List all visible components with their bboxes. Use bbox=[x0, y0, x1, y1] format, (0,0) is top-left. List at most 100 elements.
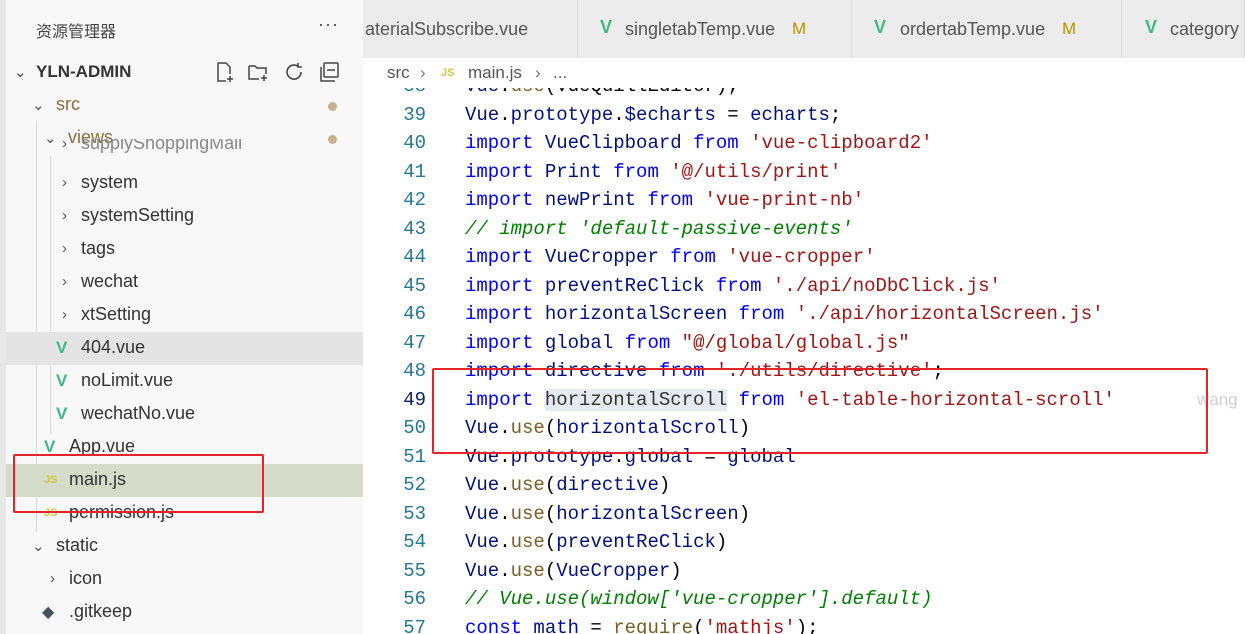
code-token: from bbox=[624, 331, 671, 354]
code-line[interactable]: 43 // import 'default-passive-events' bbox=[363, 218, 1245, 246]
code-line[interactable]: 44 import VueCropper from 'vue-cropper' bbox=[363, 246, 1245, 274]
new-folder-icon[interactable] bbox=[246, 60, 270, 84]
code-text: Vue.use(VueQuillEditor); bbox=[465, 88, 739, 97]
chevron-down-icon: ⌄ bbox=[32, 97, 45, 114]
tree-folder-icon[interactable]: › icon bbox=[6, 563, 363, 596]
line-number: 57 bbox=[403, 616, 426, 634]
collapse-all-icon[interactable] bbox=[317, 60, 341, 84]
tree-file-gitkeep[interactable]: ◆ .gitkeep bbox=[6, 596, 363, 629]
code-text: import preventReClick from './api/noDbCl… bbox=[465, 275, 1001, 297]
code-token: '@/utils/print' bbox=[670, 160, 842, 183]
code-token: 'vue-cropper' bbox=[727, 246, 876, 268]
tree-file-nolimit-vue[interactable]: V noLimit.vue bbox=[6, 365, 363, 398]
tab-label: singletabTemp.vue bbox=[625, 19, 776, 39]
tree-label: xtSetting bbox=[81, 304, 152, 324]
tree-folder-xtsetting[interactable]: › xtSetting bbox=[6, 299, 363, 332]
tab-label: ordertabTemp.vue bbox=[900, 19, 1046, 39]
git-file-icon: ◆ bbox=[42, 604, 55, 621]
line-number: 55 bbox=[403, 559, 426, 582]
code-token: ) bbox=[658, 474, 671, 496]
code-line[interactable]: 45 import preventReClick from './api/noDb… bbox=[363, 275, 1245, 303]
vue-file-icon: V bbox=[600, 17, 613, 37]
code-text: Vue.use(directive) bbox=[465, 474, 670, 496]
tree-label: wechat bbox=[81, 271, 139, 291]
vue-file-icon: V bbox=[56, 404, 68, 423]
breadcrumb-folder[interactable]: src bbox=[387, 63, 410, 83]
code-line[interactable]: 39 Vue.prototype.$echarts = echarts; bbox=[363, 104, 1245, 132]
code-token: . bbox=[499, 531, 511, 553]
code-token: = bbox=[579, 616, 614, 634]
code-token: import bbox=[465, 160, 534, 183]
tab-ordertabtemp[interactable]: V ordertabTemp.vue M bbox=[852, 0, 1122, 58]
code-line[interactable]: 56 // Vue.use(window['vue-cropper'].defau… bbox=[363, 588, 1245, 616]
line-number: 44 bbox=[403, 246, 426, 268]
code-text: import global from "@/global/global.js" bbox=[465, 332, 910, 354]
line-number: 46 bbox=[403, 303, 426, 325]
code-text: Vue.prototype.$echarts = echarts; bbox=[465, 104, 841, 126]
code-token: use bbox=[510, 559, 545, 582]
tree-folder-wechat[interactable]: › wechat bbox=[6, 266, 363, 299]
tree-label: systemSetting bbox=[81, 205, 195, 225]
breadcrumb-symbol[interactable]: ... bbox=[553, 63, 567, 83]
tree-folder-tags[interactable]: › tags bbox=[6, 233, 363, 266]
code-line[interactable]: 53 Vue.use(horizontalScreen) bbox=[363, 503, 1245, 531]
code-text: const math = require('mathjs'); bbox=[465, 617, 819, 634]
code-line[interactable]: 41 import Print from '@/utils/print' bbox=[363, 161, 1245, 189]
tree-label: icon bbox=[69, 568, 103, 588]
js-file-icon: JS bbox=[441, 67, 455, 79]
code-line[interactable]: 57 const math = require('mathjs'); bbox=[363, 617, 1245, 634]
code-editor[interactable]: 38Vue.use(VueQuillEditor);39Vue.prototyp… bbox=[363, 88, 1245, 634]
tab-category[interactable]: V category bbox=[1122, 0, 1245, 58]
tree-folder-systemsetting[interactable]: › systemSetting bbox=[6, 200, 363, 233]
tree-folder-src[interactable]: ⌄ src bbox=[6, 89, 363, 122]
code-line[interactable]: 42 import newPrint from 'vue-print-nb' bbox=[363, 189, 1245, 217]
code-token: import bbox=[465, 246, 534, 268]
line-number: 52 bbox=[403, 474, 426, 496]
tree-label: .gitkeep bbox=[69, 601, 133, 621]
tree-folder-system[interactable]: › system bbox=[6, 167, 363, 200]
code-line[interactable]: 54 Vue.use(preventReClick) bbox=[363, 531, 1245, 559]
code-token: ) bbox=[715, 531, 728, 553]
code-token: Vue bbox=[465, 559, 500, 582]
code-token: from bbox=[670, 246, 716, 268]
project-root-row[interactable]: ⌄ YLN-ADMIN bbox=[6, 56, 363, 88]
tree-folder-static[interactable]: ⌄ static bbox=[6, 530, 363, 563]
code-token: newPrint bbox=[544, 189, 637, 211]
tree-folder-partial[interactable]: › supplyShoppingMall bbox=[6, 139, 363, 161]
code-line[interactable]: 47 import global from "@/global/global.js… bbox=[363, 332, 1245, 360]
annotation-box-horizontal-scroll bbox=[432, 368, 1208, 454]
code-token: from bbox=[647, 189, 694, 211]
vue-file-icon: V bbox=[56, 338, 68, 357]
code-line[interactable]: 52 Vue.use(directive) bbox=[363, 474, 1245, 502]
code-token: ) bbox=[670, 559, 682, 582]
tree-file-wechatno-vue[interactable]: V wechatNo.vue bbox=[6, 398, 363, 431]
code-token: . bbox=[499, 559, 511, 582]
tab-label: aterialSubscribe.vue bbox=[365, 19, 529, 39]
more-actions-icon[interactable]: ··· bbox=[318, 14, 339, 35]
refresh-icon[interactable] bbox=[282, 60, 306, 84]
code-text: // import 'default-passive-events' bbox=[465, 218, 853, 240]
line-number: 50 bbox=[403, 417, 426, 439]
code-token: ( bbox=[544, 502, 557, 525]
code-line[interactable]: 55 Vue.use(VueCropper) bbox=[363, 560, 1245, 588]
chevron-right-icon: › bbox=[62, 306, 67, 323]
code-token: "@/global/global.js" bbox=[681, 331, 910, 354]
code-line[interactable]: 38 Vue.use(VueQuillEditor); bbox=[363, 88, 1245, 103]
code-line[interactable]: 46 import horizontalScreen from './api/ho… bbox=[363, 303, 1245, 331]
tree-label: 404.vue bbox=[81, 337, 146, 357]
tab-singletabtemp[interactable]: V singletabTemp.vue M bbox=[578, 0, 852, 58]
code-token: './api/noDbClick.js' bbox=[772, 274, 1001, 297]
tree-file-404-vue[interactable]: V 404.vue bbox=[6, 332, 363, 365]
tab-materialsubscribe[interactable]: aterialSubscribe.vue bbox=[363, 0, 578, 58]
tree-label: App.vue bbox=[69, 436, 136, 455]
code-line[interactable]: 40 import VueClipboard from 'vue-clipboar… bbox=[363, 132, 1245, 160]
breadcrumb-file[interactable]: main.js bbox=[468, 63, 522, 83]
tree-file-app-vue[interactable]: V App.vue bbox=[6, 431, 363, 455]
new-file-icon[interactable] bbox=[212, 60, 236, 84]
code-token: ) bbox=[738, 502, 751, 525]
code-token: const bbox=[465, 616, 523, 634]
